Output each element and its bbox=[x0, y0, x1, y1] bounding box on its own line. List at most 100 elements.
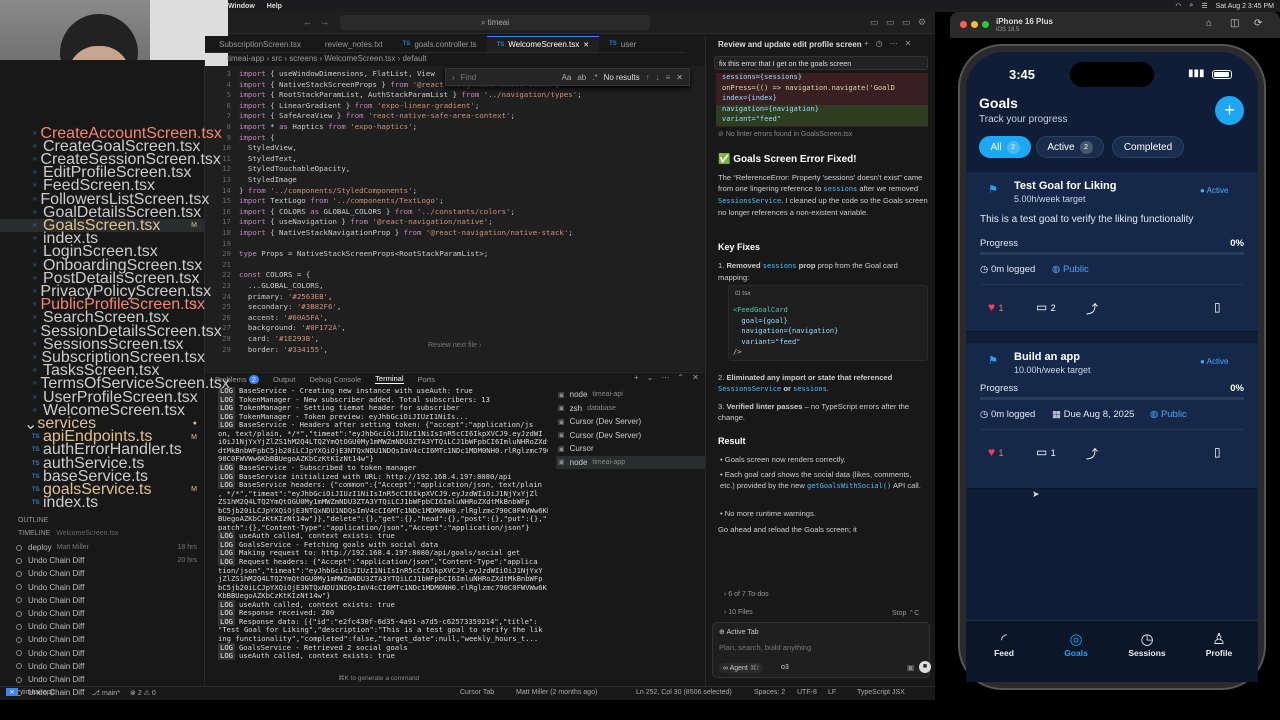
agent-selector[interactable]: ∞ Agent ⌘I bbox=[719, 663, 763, 673]
outline-section[interactable]: OUTLINE bbox=[0, 514, 205, 527]
editor-tab[interactable]: TS user bbox=[599, 36, 646, 52]
model-selector[interactable]: o3 bbox=[781, 664, 789, 671]
code-editor[interactable]: 3 import { useWindowDimensions, FlatList,… bbox=[205, 66, 705, 371]
comment-button[interactable]: ▭ 2 bbox=[1036, 300, 1056, 314]
close-icon[interactable]: ✕ bbox=[692, 373, 699, 382]
settings-icon[interactable]: ⚙ bbox=[918, 17, 926, 28]
file-item[interactable]: TS goalsService.ts M bbox=[0, 481, 205, 498]
regex-toggle[interactable]: .* bbox=[592, 73, 597, 82]
command-center[interactable]: ⌕ timeai bbox=[340, 15, 650, 30]
active-tab-chip[interactable]: ⊕ Active Tab bbox=[719, 628, 759, 636]
share-icon[interactable]: ⤴ bbox=[1086, 445, 1098, 462]
status-blame[interactable]: Matt Miller (2 months ago) bbox=[516, 689, 597, 696]
files-summary[interactable]: › 10 Files bbox=[724, 609, 753, 616]
screenshot-icon[interactable]: ◫ bbox=[1230, 18, 1239, 29]
close-icon[interactable]: ✕ bbox=[583, 41, 589, 49]
match-case-toggle[interactable]: Aa bbox=[562, 73, 572, 82]
terminal-instance[interactable]: ▣ node timeai-app bbox=[556, 455, 706, 469]
review-next-button[interactable]: Review next file › bbox=[428, 342, 481, 349]
more-icon[interactable]: ⋯ bbox=[890, 39, 898, 48]
selection-icon[interactable]: ≡ bbox=[666, 73, 671, 82]
like-button[interactable]: ♥ 1 bbox=[988, 300, 1003, 314]
toggle-sidebar-icon[interactable]: ▭ bbox=[870, 17, 879, 28]
share-icon[interactable]: ⤴ bbox=[1086, 300, 1098, 317]
timeline-item[interactable]: Undo Chain Diff bbox=[0, 607, 205, 620]
terminal-instance[interactable]: ▣ zsh database bbox=[556, 402, 706, 416]
filter-chip-completed[interactable]: Completed bbox=[1112, 136, 1184, 158]
goal-card[interactable]: ⚑ Test Goal for Liking 5.00h/week target ● … bbox=[966, 172, 1258, 332]
close-window-button[interactable] bbox=[960, 21, 967, 28]
tab-goals[interactable]: ◎ Goals bbox=[1046, 630, 1106, 658]
like-button[interactable]: ♥ 1 bbox=[988, 445, 1003, 459]
timeline-item[interactable]: Undo Chain Diff 20 hrs bbox=[0, 554, 205, 567]
breadcrumb-item[interactable]: default bbox=[402, 54, 426, 63]
terminal-output[interactable]: LOG BaseService - Creating new instance w… bbox=[218, 387, 548, 677]
back-icon[interactable]: ← bbox=[303, 17, 312, 27]
bookmark-icon[interactable]: ▯ bbox=[1214, 445, 1221, 459]
chat-input[interactable]: Plan, search, build anything bbox=[719, 643, 811, 652]
layout-icon[interactable]: ▭ bbox=[902, 17, 911, 28]
arrow-up-icon[interactable]: ↑ bbox=[646, 73, 650, 82]
timeline-item[interactable]: deploy Matt Miller 18 hrs bbox=[0, 541, 205, 554]
status-encoding[interactable]: UTF-8 bbox=[797, 689, 817, 696]
timeline-item[interactable]: Undo Chain Diff bbox=[0, 581, 205, 594]
editor-tab[interactable]: review_notes.txt bbox=[311, 36, 393, 52]
bookmark-icon[interactable]: ▯ bbox=[1214, 300, 1221, 314]
breadcrumb-item[interactable]: WelcomeScreen.tsx bbox=[324, 54, 395, 63]
timeline-item[interactable]: Undo Chain Diff bbox=[0, 673, 205, 686]
chevron-right-icon[interactable]: › bbox=[452, 73, 455, 82]
tab-terminal[interactable]: Terminal bbox=[375, 374, 404, 384]
timeline-item[interactable]: Undo Chain Diff bbox=[0, 647, 205, 660]
terminal-instance[interactable]: ▣ Cursor (Dev Server) bbox=[556, 429, 706, 443]
chevron-down-icon[interactable]: ⌄ bbox=[647, 373, 654, 382]
stop-button[interactable]: Stop ⌃C bbox=[892, 609, 919, 617]
breadcrumb-item[interactable]: timeai-app bbox=[227, 54, 264, 63]
status-language[interactable]: TypeScript JSX bbox=[857, 689, 905, 696]
todos-summary[interactable]: › 6 of 7 To-dos bbox=[724, 591, 769, 598]
forward-icon[interactable]: → bbox=[320, 17, 329, 27]
close-icon[interactable]: ✕ bbox=[676, 73, 683, 82]
find-input[interactable]: Find bbox=[461, 73, 556, 82]
editor-tab[interactable]: TS goals.controller.ts bbox=[393, 36, 487, 52]
comment-button[interactable]: ▭ 1 bbox=[1036, 445, 1056, 459]
tab-output[interactable]: Output bbox=[273, 375, 296, 384]
menubar-clock[interactable]: Sat Aug 2 3:45 PM bbox=[1216, 3, 1274, 10]
home-icon[interactable]: ⌂ bbox=[1206, 18, 1212, 29]
tab-debug-console[interactable]: Debug Console bbox=[309, 375, 361, 384]
status-cursor-tab[interactable]: Cursor Tab bbox=[460, 689, 494, 696]
status-spaces[interactable]: Spaces: 2 bbox=[754, 689, 785, 696]
wifi-icon[interactable]: ◠ bbox=[1175, 2, 1181, 10]
more-icon[interactable]: ⋯ bbox=[661, 373, 669, 382]
editor-tab[interactable]: TS WelcomeScreen.tsx ✕ bbox=[486, 36, 600, 52]
timeline-item[interactable]: Undo Chain Diff bbox=[0, 620, 205, 633]
add-goal-button[interactable]: + bbox=[1215, 96, 1244, 125]
arrow-down-icon[interactable]: ↓ bbox=[656, 73, 660, 82]
new-terminal-icon[interactable]: + bbox=[634, 373, 639, 382]
tab-feed[interactable]: ◜ Feed bbox=[974, 630, 1034, 658]
image-icon[interactable]: ▣ bbox=[907, 663, 915, 672]
new-chat-icon[interactable]: + bbox=[864, 39, 869, 48]
terminal-instance[interactable]: ▣ Cursor (Dev Server) bbox=[556, 415, 706, 429]
tab-ports[interactable]: Ports bbox=[418, 375, 436, 384]
menu-window[interactable]: Window bbox=[228, 3, 255, 10]
zoom-window-button[interactable] bbox=[982, 21, 989, 28]
minimize-window-button[interactable] bbox=[971, 21, 978, 28]
control-center-icon[interactable]: ☰ bbox=[1201, 2, 1207, 10]
timeline-item[interactable]: Undo Chain Diff bbox=[0, 633, 205, 646]
file-item[interactable]: ⚛ GoalsScreen.tsx M bbox=[0, 217, 205, 234]
timeline-section[interactable]: TIMELINE WelcomeScreen.tsx bbox=[0, 527, 205, 540]
user-prompt[interactable]: fix this error that I get on the goals s… bbox=[714, 56, 928, 70]
filter-chip-all[interactable]: All 2 bbox=[979, 136, 1031, 158]
terminal-instance[interactable]: ▣ Cursor bbox=[556, 442, 706, 456]
tab-sessions[interactable]: ◷ Sessions bbox=[1117, 630, 1177, 658]
stop-generation-icon[interactable]: ■ bbox=[919, 661, 931, 673]
menu-help[interactable]: Help bbox=[267, 3, 282, 10]
close-icon[interactable]: ✕ bbox=[905, 39, 912, 48]
whole-word-toggle[interactable]: ab bbox=[577, 73, 586, 82]
status-position[interactable]: Ln 252, Col 30 (8506 selected) bbox=[636, 689, 732, 696]
timeline-item[interactable]: Undo Chain Diff bbox=[0, 567, 205, 580]
maximize-icon[interactable]: ⌃ bbox=[677, 373, 684, 382]
history-icon[interactable]: ◷ bbox=[876, 39, 883, 48]
search-icon[interactable]: ⌕ bbox=[1189, 2, 1193, 10]
rotate-icon[interactable]: ⟳ bbox=[1254, 18, 1262, 29]
